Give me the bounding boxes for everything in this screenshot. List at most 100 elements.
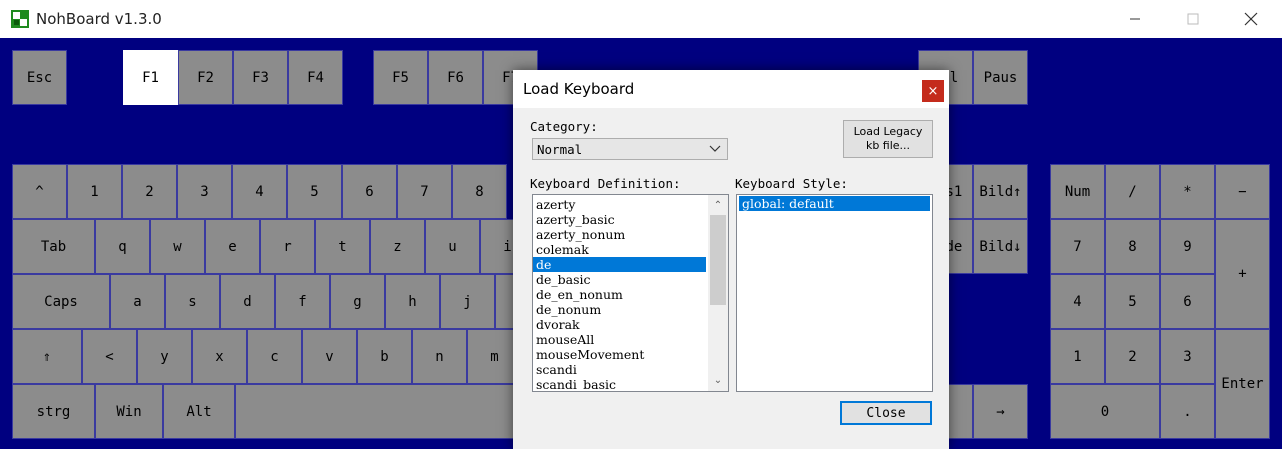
key-0: 0: [1050, 384, 1160, 439]
list-item[interactable]: colemak: [533, 242, 706, 257]
key-n: n: [412, 329, 467, 384]
list-item[interactable]: global: default: [739, 196, 930, 211]
key--: ^: [12, 164, 67, 219]
key-win: Win: [95, 384, 163, 439]
key-6: 6: [342, 164, 397, 219]
list-item[interactable]: scandi: [533, 362, 706, 377]
key-8: 8: [452, 164, 507, 219]
keyboard-definition-list[interactable]: azerty azerty_basic azerty_nonum colemak de d…: [532, 194, 729, 392]
key-f4: F4: [288, 50, 343, 105]
key-tab: Tab: [12, 219, 95, 274]
minimize-icon[interactable]: [1106, 0, 1164, 38]
maximize-icon[interactable]: [1164, 0, 1222, 38]
dialog-close-button[interactable]: ×: [922, 80, 944, 102]
title-bar: NohBoard v1.3.0: [0, 0, 1282, 38]
key-5: 5: [1105, 274, 1160, 329]
load-legacy-line1: Load Legacy: [853, 125, 923, 138]
load-legacy-button[interactable]: Load Legacy kb file...: [843, 120, 933, 158]
list-item[interactable]: mouseAll: [533, 332, 706, 347]
key-4: 4: [232, 164, 287, 219]
key-caps: Caps: [12, 274, 110, 329]
key-bild-: Bild↓: [973, 219, 1028, 274]
list-item[interactable]: de: [533, 257, 706, 272]
key-bild-: Bild↑: [973, 164, 1028, 219]
key-g: g: [330, 274, 385, 329]
key--: →: [973, 384, 1028, 439]
key-8: 8: [1105, 219, 1160, 274]
key--: *: [1160, 164, 1215, 219]
key-c: c: [247, 329, 302, 384]
key-y: y: [137, 329, 192, 384]
app-icon: [11, 10, 29, 28]
key-t: t: [315, 219, 370, 274]
key-7: 7: [397, 164, 452, 219]
key-b: b: [357, 329, 412, 384]
key-s: s: [165, 274, 220, 329]
key-z: z: [370, 219, 425, 274]
key-f: f: [275, 274, 330, 329]
key-7: 7: [1050, 219, 1105, 274]
list-item[interactable]: azerty: [533, 197, 706, 212]
key-x: x: [192, 329, 247, 384]
close-button[interactable]: Close: [840, 401, 932, 425]
key-f1: F1: [123, 50, 178, 105]
definition-scrollbar[interactable]: ⌃ ⌄: [708, 195, 728, 391]
list-item[interactable]: scandi_basic: [533, 377, 706, 391]
key-4: 4: [1050, 274, 1105, 329]
key-f3: F3: [233, 50, 288, 105]
category-value: Normal: [537, 142, 583, 157]
dialog-title-bar: Load Keyboard ×: [513, 70, 949, 108]
key--: <: [82, 329, 137, 384]
load-keyboard-dialog: Load Keyboard × Category: Normal Load Le…: [513, 70, 949, 449]
key-w: w: [150, 219, 205, 274]
list-item[interactable]: mouseMovement: [533, 347, 706, 362]
key-5: 5: [287, 164, 342, 219]
list-item[interactable]: de_basic: [533, 272, 706, 287]
close-icon[interactable]: [1222, 0, 1280, 38]
dialog-title: Load Keyboard: [523, 80, 635, 98]
list-item[interactable]: de_nonum: [533, 302, 706, 317]
key-enter: Enter: [1215, 329, 1270, 439]
keyboard-style-list[interactable]: global: default: [736, 194, 933, 392]
key-q: q: [95, 219, 150, 274]
key-esc: Esc: [12, 50, 67, 105]
key-9: 9: [1160, 219, 1215, 274]
key-6: 6: [1160, 274, 1215, 329]
key-r: r: [260, 219, 315, 274]
keyboard-style-label: Keyboard Style:: [735, 176, 848, 191]
key--: .: [1160, 384, 1215, 439]
key-f6: F6: [428, 50, 483, 105]
list-item[interactable]: de_en_nonum: [533, 287, 706, 302]
key-e: e: [205, 219, 260, 274]
key-num: Num: [1050, 164, 1105, 219]
category-select[interactable]: Normal: [532, 138, 728, 160]
key-1: 1: [1050, 329, 1105, 384]
window-title: NohBoard v1.3.0: [36, 10, 162, 28]
list-item[interactable]: azerty_basic: [533, 212, 706, 227]
category-label: Category:: [530, 119, 598, 134]
key-f5: F5: [373, 50, 428, 105]
keyboard-definition-label: Keyboard Definition:: [530, 176, 681, 191]
key-paus: Paus: [973, 50, 1028, 105]
list-item[interactable]: dvorak: [533, 317, 706, 332]
list-item[interactable]: azerty_nonum: [533, 227, 706, 242]
key--: +: [1215, 219, 1270, 329]
key-a: a: [110, 274, 165, 329]
key-2: 2: [1105, 329, 1160, 384]
key-2: 2: [122, 164, 177, 219]
scroll-up-icon[interactable]: ⌃: [708, 197, 728, 214]
key-v: v: [302, 329, 357, 384]
key-h: h: [385, 274, 440, 329]
scroll-thumb[interactable]: [710, 215, 726, 305]
key-alt: Alt: [163, 384, 235, 439]
key-3: 3: [177, 164, 232, 219]
key--: /: [1105, 164, 1160, 219]
load-legacy-line2: kb file...: [865, 139, 911, 152]
key-1: 1: [67, 164, 122, 219]
key-f2: F2: [178, 50, 233, 105]
key--: −: [1215, 164, 1270, 219]
scroll-down-icon[interactable]: ⌄: [708, 372, 728, 389]
key-d: d: [220, 274, 275, 329]
key-j: j: [440, 274, 495, 329]
chevron-down-icon: [709, 141, 721, 158]
